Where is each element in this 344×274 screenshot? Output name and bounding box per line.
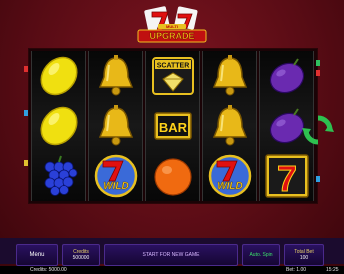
game-logo: MULTI UPGRADE <box>132 6 212 48</box>
bell-icon <box>98 55 133 96</box>
seven-label: 7 <box>276 158 296 199</box>
status-bar: Credits: 5000.00 Bet: 1.00 15:25 <box>0 266 344 274</box>
lemon-icon <box>39 56 78 96</box>
reel-2: WILD <box>88 51 143 201</box>
wild-icon: WILD <box>94 154 137 198</box>
symbol-bell <box>203 101 256 151</box>
credits-button[interactable]: Credits 500000 <box>62 244 100 266</box>
payline-marker <box>316 176 320 182</box>
total-bet-value: 100 <box>299 255 309 261</box>
payline-marker <box>316 60 320 66</box>
logo-text: UPGRADE <box>149 31 194 41</box>
payline-marker <box>24 66 28 72</box>
symbol-bell <box>89 51 142 101</box>
seven-icon: 7 <box>264 154 309 199</box>
auto-spin-button[interactable]: Auto. Spin <box>242 244 280 266</box>
payline-marker <box>24 110 28 116</box>
reel-4: WILD <box>202 51 257 201</box>
reels-area: WILD SCATTER BAR WILD 7 <box>28 48 318 204</box>
symbol-bell <box>203 51 256 101</box>
start-button[interactable]: START FOR NEW GAME <box>104 244 238 266</box>
refresh-icon <box>302 115 334 145</box>
auto-spin-label: Auto. Spin <box>249 252 273 258</box>
wild-icon: WILD <box>208 154 251 198</box>
symbol-lemon <box>32 51 85 101</box>
status-bet: Bet: 1.00 <box>286 267 307 273</box>
bell-icon <box>212 55 247 96</box>
wild-label: WILD <box>217 181 243 192</box>
payline-marker <box>24 160 28 166</box>
symbol-bar: BAR <box>146 101 199 151</box>
scatter-label: SCATTER <box>156 63 189 70</box>
symbol-lemon <box>32 101 85 151</box>
bell-icon <box>212 105 247 146</box>
start-label: START FOR NEW GAME <box>142 252 200 258</box>
payline-marker <box>316 70 320 76</box>
menu-label: Menu <box>29 252 45 258</box>
lemon-icon <box>39 106 78 146</box>
menu-button[interactable]: Menu <box>16 244 58 266</box>
scatter-icon: SCATTER <box>151 57 194 95</box>
total-bet-button[interactable]: Total Bet 100 <box>284 244 324 266</box>
bar-label: BAR <box>158 120 187 135</box>
symbol-scatter: SCATTER <box>146 51 199 101</box>
reel-3: SCATTER BAR <box>145 51 200 201</box>
logo-small-text: MULTI <box>166 24 178 29</box>
symbol-seven: 7 <box>260 151 313 201</box>
symbol-plum <box>260 51 313 101</box>
bar-icon: BAR <box>153 112 192 140</box>
plum-icon <box>269 58 304 94</box>
refresh-button[interactable] <box>300 112 336 148</box>
symbol-grapes <box>32 151 85 201</box>
bell-icon <box>98 105 133 146</box>
symbol-bell <box>89 101 142 151</box>
credits-value: 500000 <box>72 255 90 261</box>
status-time: 15:25 <box>326 267 339 273</box>
orange-icon <box>153 158 192 196</box>
symbol-wild: WILD <box>203 151 256 201</box>
status-credits: Credits: 5000.00 <box>30 267 67 273</box>
symbol-wild: WILD <box>89 151 142 201</box>
reel-1 <box>31 51 86 201</box>
grapes-icon <box>44 155 77 196</box>
wild-label: WILD <box>103 181 129 192</box>
symbol-orange <box>146 151 199 201</box>
